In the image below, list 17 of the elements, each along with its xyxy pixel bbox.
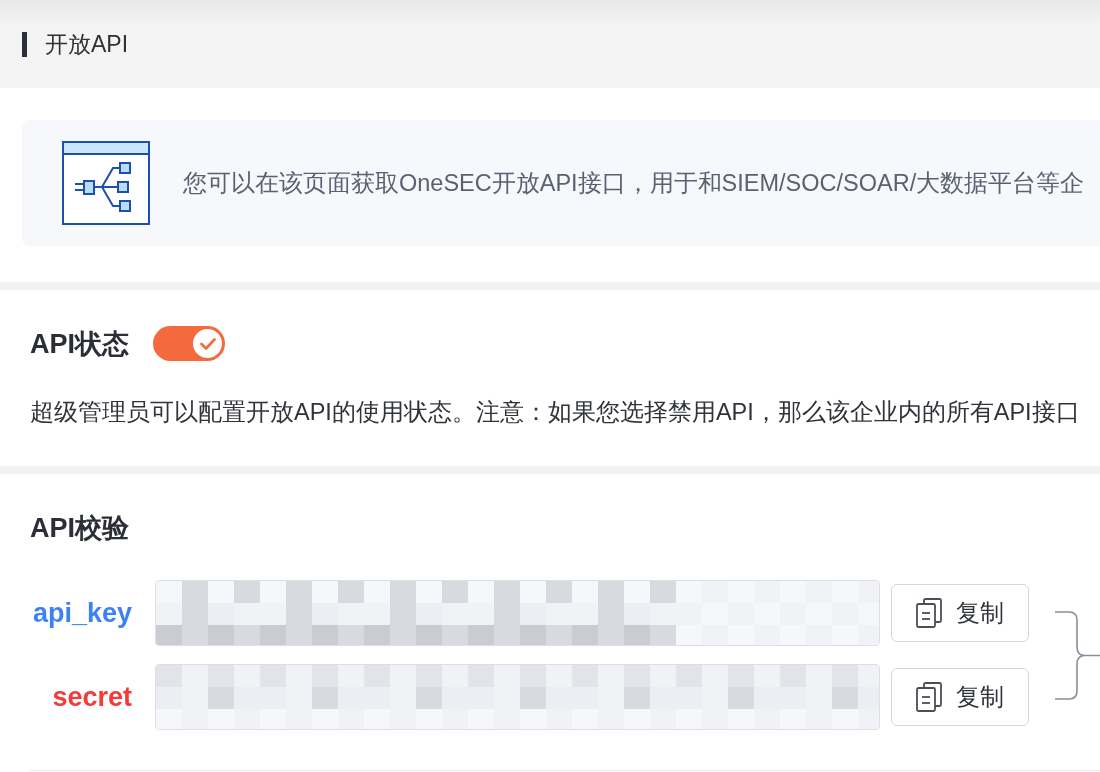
credential-label: api_key [32, 597, 132, 629]
page-title: 开放API [45, 30, 129, 59]
check-icon [199, 337, 216, 350]
section-title: API校验 [30, 512, 129, 544]
copy-icon [916, 682, 942, 712]
credential-label: secret [52, 681, 132, 713]
copy-button[interactable]: 复制 [891, 668, 1029, 726]
banner-text: 您可以在该页面获取OneSEC开放API接口，用于和SIEM/SOC/SOAR/大数据平台等企 [183, 169, 1085, 198]
masked-credential-field[interactable] [155, 664, 880, 730]
masked-credential-field[interactable] [155, 580, 880, 646]
status-description: 超级管理员可以配置开放API的使用状态。注意：如果您选择禁用API，那么该企业内的所有API接口 [30, 398, 1080, 427]
diagram-window-icon [62, 141, 150, 225]
section-title: API状态 [30, 327, 129, 360]
copy-button[interactable]: 复制 [891, 584, 1029, 642]
toggle-switch[interactable] [153, 326, 225, 361]
title-accent-bar [22, 31, 27, 57]
copy-icon [916, 598, 942, 628]
